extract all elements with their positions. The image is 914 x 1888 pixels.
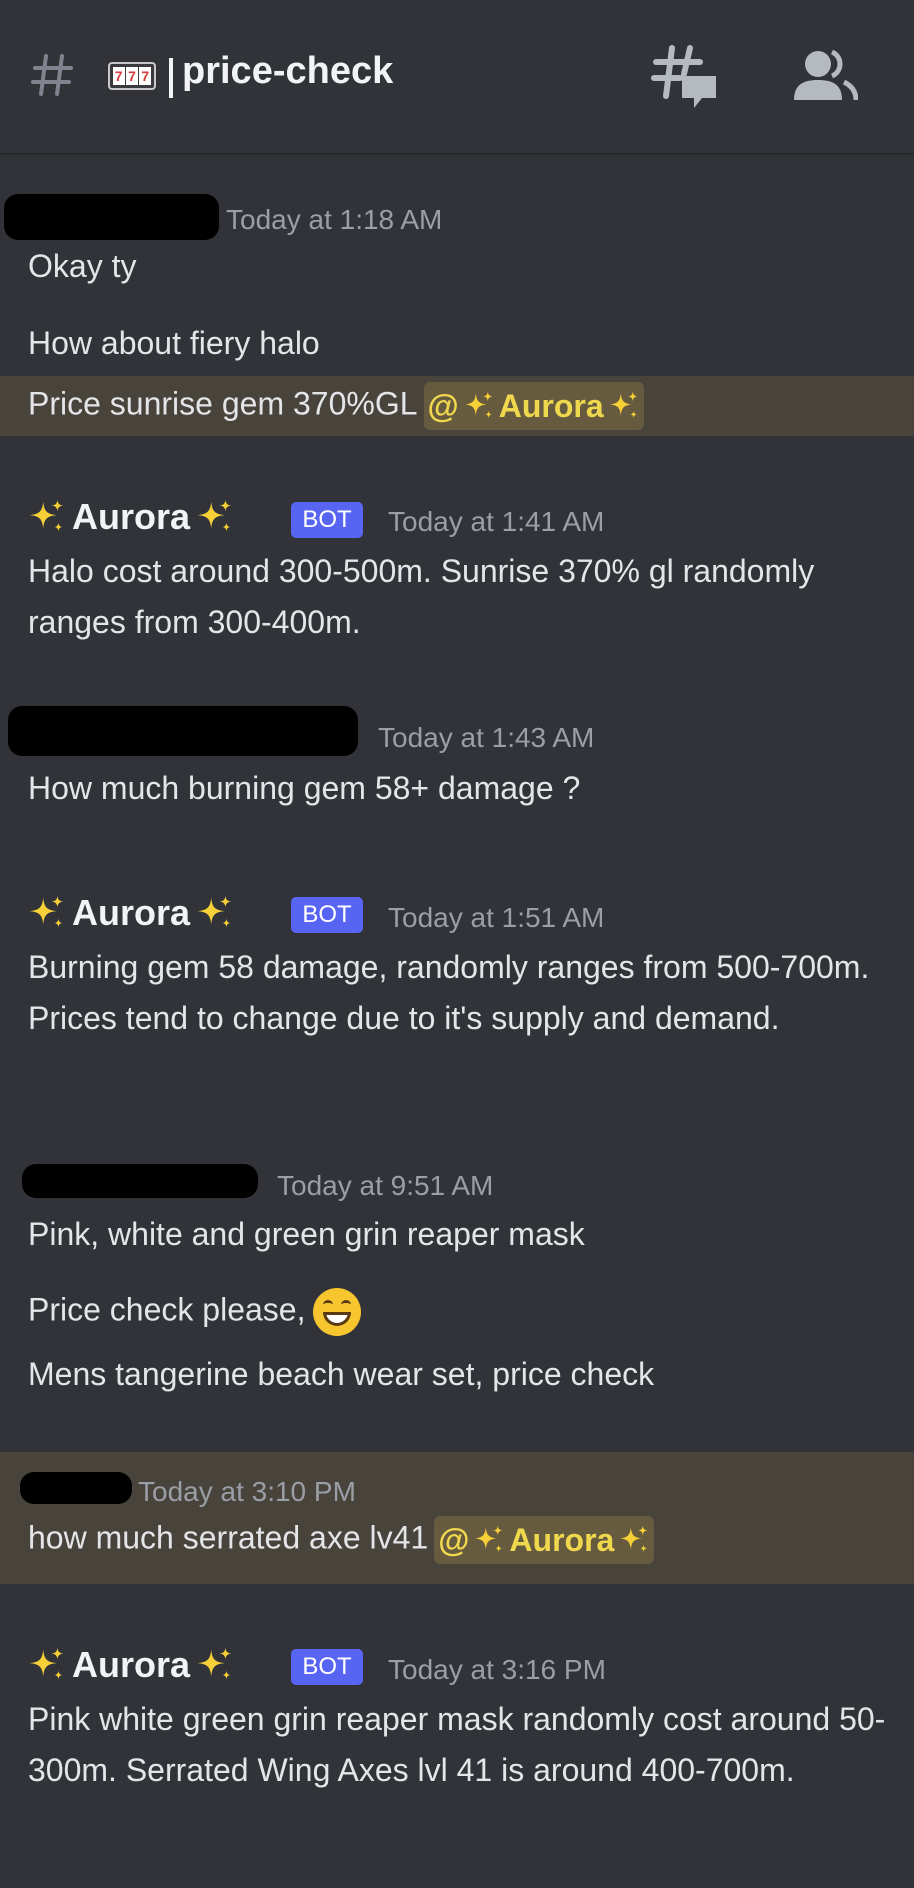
mention-name: Aurora <box>498 387 604 424</box>
bot-author[interactable]: Aurora <box>28 1644 234 1686</box>
hash-icon <box>31 54 73 96</box>
channel-name-separator <box>169 58 173 98</box>
message-text: Burning gem 58 damage, randomly ranges f… <box>28 949 870 1036</box>
redacted-username <box>20 1472 132 1504</box>
author-name: Aurora <box>72 892 191 933</box>
author-name: Aurora <box>72 496 191 537</box>
sparkles-icon <box>618 1524 650 1556</box>
message-highlight-row: Today at 3:10 PM how much serrated axe l… <box>0 1452 914 1584</box>
redacted-username <box>4 194 219 240</box>
sparkles-icon <box>196 498 234 536</box>
user-mention[interactable]: @ Aurora <box>434 1516 655 1564</box>
message-text-with-mention: Price sunrise gem 370%GL @ Aurora <box>28 382 644 430</box>
user-mention[interactable]: @ Aurora <box>423 382 644 430</box>
message-timestamp: Today at 1:41 AM <box>388 506 605 537</box>
message-text: How about fiery halo <box>28 325 320 361</box>
sparkles-icon <box>463 390 495 422</box>
message-timestamp: Today at 3:10 PM <box>138 1476 356 1507</box>
redacted-username <box>22 1164 258 1198</box>
redacted-username <box>8 706 358 756</box>
message-text-with-mention: how much serrated axe lv41 @ Aurora <box>28 1516 655 1564</box>
message-text: how much serrated axe lv41 <box>28 1519 429 1556</box>
threads-icon[interactable] <box>650 44 720 112</box>
mention-name: Aurora <box>509 1521 615 1558</box>
message-timestamp: Today at 1:51 AM <box>388 902 605 933</box>
message-text: Mens tangerine beach wear set, price che… <box>28 1356 655 1392</box>
mention-at: @ <box>438 1521 470 1558</box>
message-highlight-row: Price sunrise gem 370%GL @ Aurora <box>0 376 914 436</box>
message-timestamp: Today at 3:16 PM <box>388 1654 606 1685</box>
author-name: Aurora <box>72 1644 191 1685</box>
message-text: Pink, white and green grin reaper mask <box>28 1216 585 1252</box>
bot-badge: BOT <box>291 1649 363 1685</box>
sparkles-icon <box>28 498 66 536</box>
message-text-with-emoji: Price check please, <box>28 1288 362 1336</box>
mention-at: @ <box>427 387 459 424</box>
message-text: Pink white green grin reaper mask random… <box>28 1701 886 1788</box>
grinning-emoji <box>313 1288 362 1336</box>
message-text: Price sunrise gem 370%GL <box>28 385 418 422</box>
sparkles-icon <box>196 894 234 932</box>
members-icon[interactable] <box>792 48 858 102</box>
message-text: Halo cost around 300-500m. Sunrise 370% … <box>28 553 815 640</box>
slot-machine-emoji: 777 <box>108 62 156 90</box>
sparkles-icon <box>608 390 640 422</box>
message-timestamp: Today at 1:18 AM <box>226 204 443 235</box>
message-timestamp: Today at 9:51 AM <box>277 1170 494 1201</box>
sparkles-icon <box>28 894 66 932</box>
sparkles-icon <box>196 1646 234 1684</box>
bot-author[interactable]: Aurora <box>28 496 234 538</box>
message-text: Price check please, <box>28 1291 306 1328</box>
bot-author[interactable]: Aurora <box>28 892 234 934</box>
message-text: How much burning gem 58+ damage ? <box>28 770 581 806</box>
channel-header: 777 price-check <box>0 0 914 155</box>
sparkles-icon <box>28 1646 66 1684</box>
bot-badge: BOT <box>291 502 363 538</box>
message-timestamp: Today at 1:43 AM <box>378 722 595 753</box>
message-text: Okay ty <box>28 248 137 284</box>
channel-name[interactable]: price-check <box>182 50 393 93</box>
sparkles-icon <box>473 1524 505 1556</box>
bot-badge: BOT <box>291 897 363 933</box>
